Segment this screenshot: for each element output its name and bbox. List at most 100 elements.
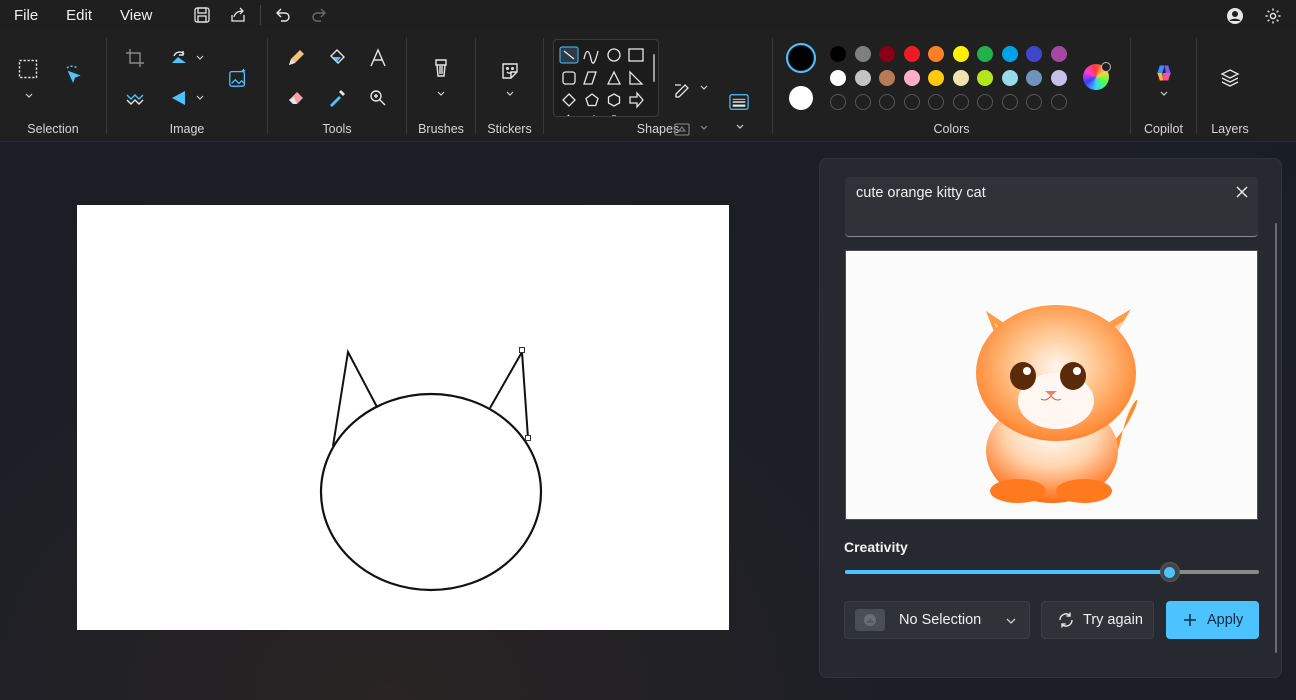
free-select-icon[interactable] bbox=[59, 59, 87, 87]
color-swatch[interactable] bbox=[1050, 46, 1067, 62]
color-swatch[interactable] bbox=[903, 70, 920, 86]
color-swatch[interactable] bbox=[952, 46, 969, 62]
creativity-label: Creativity bbox=[844, 539, 908, 555]
sticker-icon[interactable] bbox=[496, 57, 524, 85]
size-chevron-down-icon[interactable] bbox=[735, 123, 745, 131]
fill-bucket-icon[interactable] bbox=[323, 44, 351, 72]
image-generator-icon[interactable] bbox=[224, 64, 252, 92]
brush-size-icon[interactable] bbox=[725, 88, 753, 116]
color-swatch[interactable] bbox=[977, 70, 993, 86]
color-swatch[interactable] bbox=[1026, 70, 1042, 86]
prompt-input[interactable]: cute orange kitty cat bbox=[845, 177, 1258, 237]
color-swatch[interactable] bbox=[1050, 70, 1067, 86]
edit-colors-icon[interactable] bbox=[1083, 62, 1111, 90]
resize-icon[interactable] bbox=[121, 84, 149, 112]
color-swatch[interactable] bbox=[879, 46, 895, 62]
selection-chevron-down-icon[interactable] bbox=[24, 92, 34, 100]
text-icon[interactable] bbox=[364, 44, 392, 72]
rectangle-select-icon[interactable] bbox=[14, 55, 42, 83]
custom-color-slot[interactable] bbox=[977, 94, 993, 110]
color-swatch[interactable] bbox=[1026, 46, 1042, 62]
pencil-icon[interactable] bbox=[282, 44, 310, 72]
try-again-button[interactable]: Try again bbox=[1041, 601, 1154, 639]
primary-color-swatch[interactable] bbox=[786, 43, 816, 73]
redo-icon[interactable] bbox=[301, 1, 337, 29]
outline-chevron-down-icon[interactable] bbox=[699, 84, 709, 92]
close-icon[interactable] bbox=[1234, 184, 1250, 200]
custom-color-slot[interactable] bbox=[1001, 94, 1018, 110]
group-label-copilot: Copilot bbox=[1144, 122, 1183, 136]
menu-edit[interactable]: Edit bbox=[52, 7, 106, 24]
crop-icon[interactable] bbox=[121, 44, 149, 72]
custom-color-slot[interactable] bbox=[1026, 94, 1042, 110]
custom-color-slot[interactable] bbox=[1050, 94, 1067, 110]
slider-fill bbox=[845, 570, 1170, 574]
account-icon[interactable] bbox=[1222, 2, 1248, 30]
custom-color-slot[interactable] bbox=[830, 94, 846, 110]
layer-thumbnail-icon bbox=[855, 609, 885, 631]
color-swatch[interactable] bbox=[903, 46, 920, 62]
apply-button[interactable]: Apply bbox=[1166, 601, 1259, 639]
generated-image-preview[interactable] bbox=[845, 250, 1258, 520]
color-swatch[interactable] bbox=[928, 46, 944, 62]
slider-thumb[interactable] bbox=[1159, 562, 1180, 582]
chevron-down-icon bbox=[1006, 618, 1016, 624]
group-copilot: Copilot bbox=[1131, 30, 1196, 142]
shapes-gallery bbox=[553, 39, 659, 117]
flip-chevron-down-icon[interactable] bbox=[195, 94, 205, 102]
group-brushes: Brushes bbox=[407, 30, 475, 142]
fill-chevron-down-icon[interactable] bbox=[699, 124, 709, 132]
outline-icon[interactable] bbox=[668, 75, 696, 103]
brush-icon[interactable] bbox=[427, 54, 455, 82]
color-swatch[interactable] bbox=[977, 46, 993, 62]
secondary-color-swatch[interactable] bbox=[789, 86, 813, 110]
color-swatch[interactable] bbox=[830, 46, 846, 62]
color-picker-icon[interactable] bbox=[323, 84, 351, 112]
color-swatch[interactable] bbox=[928, 70, 944, 86]
eraser-icon[interactable] bbox=[282, 84, 310, 112]
color-swatch[interactable] bbox=[854, 46, 871, 62]
color-swatch[interactable] bbox=[879, 70, 895, 86]
custom-color-slot[interactable] bbox=[903, 94, 920, 110]
drawing-canvas[interactable] bbox=[77, 205, 729, 630]
creativity-slider[interactable] bbox=[845, 562, 1259, 582]
copilot-chevron-down-icon[interactable] bbox=[1159, 90, 1169, 98]
group-label-tools: Tools bbox=[322, 122, 352, 136]
undo-icon[interactable] bbox=[265, 1, 301, 29]
group-label-layers: Layers bbox=[1211, 122, 1249, 136]
menu-view[interactable]: View bbox=[106, 7, 166, 24]
image-creator-panel: cute orange kitty cat Creativity No Sele… bbox=[819, 158, 1282, 678]
rotate-chevron-down-icon[interactable] bbox=[195, 54, 205, 62]
stickers-chevron-down-icon[interactable] bbox=[505, 90, 515, 98]
color-swatch[interactable] bbox=[952, 70, 969, 86]
magnifier-icon[interactable] bbox=[364, 84, 392, 112]
menu-file[interactable]: File bbox=[0, 7, 52, 24]
group-label-brushes: Brushes bbox=[418, 122, 464, 136]
color-swatch[interactable] bbox=[854, 70, 871, 86]
shapes-gallery-icons bbox=[559, 46, 655, 116]
group-label-stickers: Stickers bbox=[487, 122, 532, 136]
custom-color-slot[interactable] bbox=[879, 94, 895, 110]
group-layers: Layers bbox=[1197, 30, 1263, 142]
selection-dropdown-label: No Selection bbox=[899, 612, 982, 628]
color-swatch[interactable] bbox=[1001, 46, 1018, 62]
custom-color-slot[interactable] bbox=[854, 94, 871, 110]
color-swatch[interactable] bbox=[1001, 70, 1018, 86]
rotate-icon[interactable] bbox=[165, 44, 193, 72]
panel-scrollbar[interactable] bbox=[1275, 223, 1277, 653]
flip-icon[interactable] bbox=[165, 84, 193, 112]
settings-gear-icon[interactable] bbox=[1260, 2, 1286, 30]
selection-dropdown[interactable]: No Selection bbox=[844, 601, 1030, 639]
color-swatch[interactable] bbox=[830, 70, 846, 86]
custom-color-slot[interactable] bbox=[952, 94, 969, 110]
layers-icon[interactable] bbox=[1216, 64, 1244, 92]
save-icon[interactable] bbox=[184, 1, 220, 29]
custom-color-slot[interactable] bbox=[928, 94, 944, 110]
prompt-text: cute orange kitty cat bbox=[856, 185, 986, 201]
primary-color-dot bbox=[789, 46, 813, 70]
fill-icon[interactable] bbox=[668, 115, 696, 143]
try-again-label: Try again bbox=[1083, 612, 1143, 628]
copilot-icon[interactable] bbox=[1149, 58, 1179, 88]
brushes-chevron-down-icon[interactable] bbox=[436, 90, 446, 98]
share-icon[interactable] bbox=[220, 1, 256, 29]
